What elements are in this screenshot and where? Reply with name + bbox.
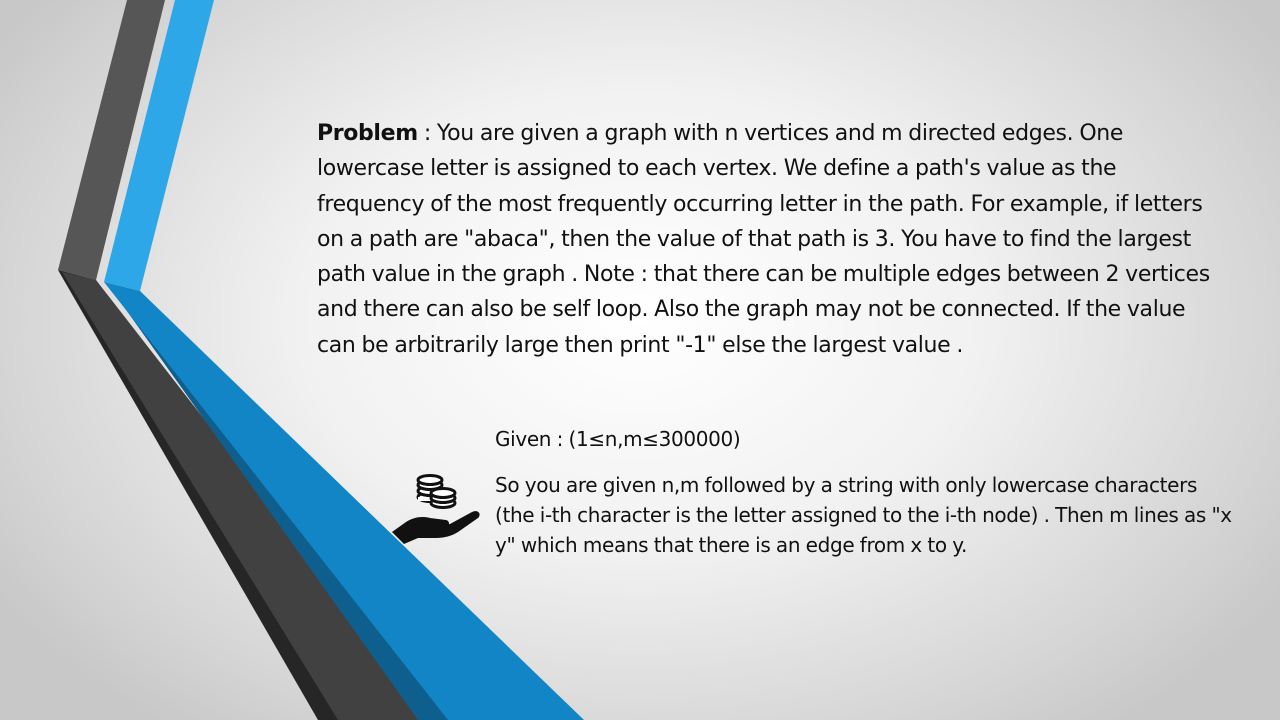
hand-with-coins-icon <box>392 474 480 544</box>
slide: Problem : You are given a graph with n v… <box>0 0 1280 720</box>
problem-text: : You are given a graph with n vertices … <box>317 121 1210 358</box>
problem-label: Problem <box>317 121 418 146</box>
given-description: So you are given n,m followed by a strin… <box>495 473 1232 557</box>
problem-statement: Problem : You are given a graph with n v… <box>317 116 1217 363</box>
given-constraint: Given : (1≤n,m≤300000) <box>495 427 741 451</box>
given-section: Given : (1≤n,m≤300000) So you are given … <box>495 424 1235 560</box>
